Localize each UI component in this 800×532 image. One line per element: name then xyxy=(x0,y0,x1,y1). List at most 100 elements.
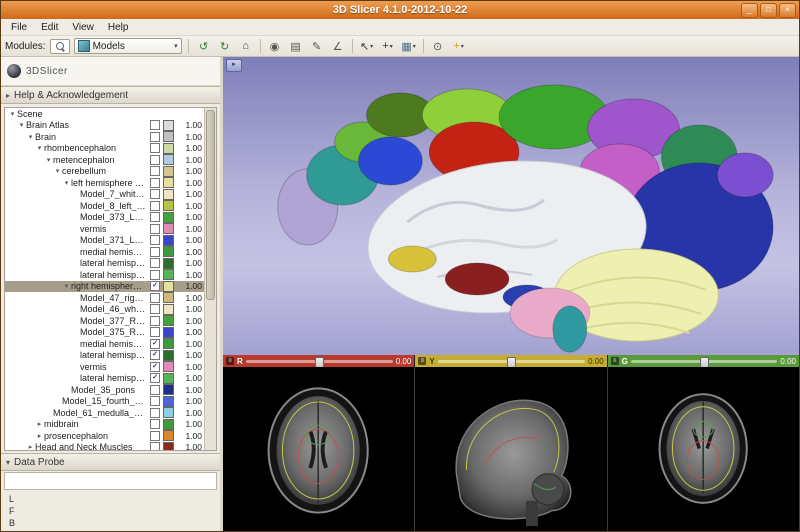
threed-view[interactable]: ▸ xyxy=(223,57,799,355)
module-selector-combobox[interactable]: Models ▾ xyxy=(74,38,182,54)
tree-row[interactable]: ▸midbrain1.00 xyxy=(5,419,204,431)
model-visibility-checkbox[interactable] xyxy=(150,178,160,188)
model-visibility-checkbox[interactable]: ✓ xyxy=(150,339,160,349)
model-color-swatch[interactable] xyxy=(163,292,174,303)
model-color-swatch[interactable] xyxy=(163,304,174,315)
tree-row[interactable]: Model_7_white_matte...1.00 xyxy=(5,189,204,201)
model-color-swatch[interactable] xyxy=(163,269,174,280)
module-search-button[interactable] xyxy=(50,39,70,54)
history-forward-icon[interactable]: ↻ xyxy=(216,38,234,54)
model-color-swatch[interactable] xyxy=(163,246,174,257)
zoom-icon[interactable]: ⊙ xyxy=(429,38,447,54)
add-data-icon[interactable]: +▾ xyxy=(450,38,468,54)
tree-row[interactable]: ▾metencephalon1.00 xyxy=(5,154,204,166)
tree-row[interactable]: ▸prosencephalon1.00 xyxy=(5,430,204,442)
slider-handle[interactable] xyxy=(507,357,516,368)
close-button-icon[interactable]: × xyxy=(779,3,796,18)
model-color-swatch[interactable] xyxy=(163,442,174,450)
slice-offset-slider[interactable] xyxy=(438,360,585,363)
tree-row[interactable]: Model_375_Right-Den...1.00 xyxy=(5,327,204,339)
tree-expander-icon[interactable]: ▾ xyxy=(17,121,26,129)
tree-expander-icon[interactable]: ▸ xyxy=(35,420,44,428)
model-visibility-checkbox[interactable] xyxy=(150,155,160,165)
tree-row[interactable]: ▾Brain Atlas1.00 xyxy=(5,120,204,132)
model-color-swatch[interactable] xyxy=(163,281,174,292)
model-color-swatch[interactable] xyxy=(163,131,174,142)
model-color-swatch[interactable] xyxy=(163,189,174,200)
model-visibility-checkbox[interactable] xyxy=(150,293,160,303)
tree-expander-icon[interactable]: ▾ xyxy=(62,179,71,187)
model-visibility-checkbox[interactable] xyxy=(150,201,160,211)
model-visibility-checkbox[interactable]: ✓ xyxy=(150,350,160,360)
scrollbar-thumb[interactable] xyxy=(206,110,215,300)
titlebar[interactable]: 3D Slicer 4.1.0-2012-10-22 _□× xyxy=(1,1,799,19)
model-visibility-checkbox[interactable]: ✓ xyxy=(150,281,160,291)
tree-row[interactable]: medial hemisphere z...1.00 xyxy=(5,246,204,258)
model-visibility-checkbox[interactable] xyxy=(150,132,160,142)
model-color-swatch[interactable] xyxy=(163,143,174,154)
model-color-swatch[interactable] xyxy=(163,120,174,131)
model-color-swatch[interactable] xyxy=(163,235,174,246)
model-visibility-checkbox[interactable] xyxy=(150,166,160,176)
tree-row[interactable]: Model_373_Left-FaGE...1.00 xyxy=(5,212,204,224)
screenshot-icon[interactable]: ◉ xyxy=(266,38,284,54)
model-color-swatch[interactable] xyxy=(163,430,174,441)
slice-view-green-coronal[interactable] xyxy=(608,367,799,531)
tree-row[interactable]: Model_47_right_cereb...1.00 xyxy=(5,292,204,304)
slider-handle[interactable] xyxy=(315,357,324,368)
slice-controller-yellow[interactable]: ≡Y0.00 xyxy=(415,355,606,367)
model-visibility-checkbox[interactable] xyxy=(150,189,160,199)
tree-row[interactable]: lateral hemisphere z...1.00 xyxy=(5,269,204,281)
slice-offset-slider[interactable] xyxy=(246,360,393,363)
model-visibility-checkbox[interactable] xyxy=(150,258,160,268)
tree-row[interactable]: ▸Head and Neck Muscles1.00 xyxy=(5,442,204,451)
model-color-swatch[interactable] xyxy=(163,212,174,223)
model-visibility-checkbox[interactable] xyxy=(150,304,160,314)
model-visibility-checkbox[interactable] xyxy=(150,396,160,406)
maximize-button-icon[interactable]: □ xyxy=(760,3,777,18)
model-color-swatch[interactable] xyxy=(163,361,174,372)
tree-row[interactable]: ▾Brain1.00 xyxy=(5,131,204,143)
model-color-swatch[interactable] xyxy=(163,166,174,177)
model-visibility-checkbox[interactable] xyxy=(150,235,160,245)
model-color-swatch[interactable] xyxy=(163,350,174,361)
layout-icon[interactable]: ▦▾ xyxy=(400,38,418,54)
measurement-icon[interactable]: ∠ xyxy=(329,38,347,54)
tree-row[interactable]: vermis1.00 xyxy=(5,223,204,235)
tree-row[interactable]: ▾right hemisphere of cer...✓1.00 xyxy=(5,281,204,293)
model-color-swatch[interactable] xyxy=(163,177,174,188)
model-visibility-checkbox[interactable] xyxy=(150,385,160,395)
mouse-mode-icon[interactable]: ↖▾ xyxy=(358,38,376,54)
model-visibility-checkbox[interactable] xyxy=(150,247,160,257)
model-color-swatch[interactable] xyxy=(163,338,174,349)
slider-handle[interactable] xyxy=(700,357,709,368)
history-back-icon[interactable]: ↺ xyxy=(195,38,213,54)
tree-row[interactable]: ▾rhombencephalon1.00 xyxy=(5,143,204,155)
slice-menu-icon[interactable]: ≡ xyxy=(611,357,619,365)
model-color-swatch[interactable] xyxy=(163,407,174,418)
menu-file[interactable]: File xyxy=(4,21,34,34)
tree-expander-icon[interactable]: ▾ xyxy=(8,110,17,118)
slice-controller-green[interactable]: ≡G0.00 xyxy=(608,355,799,367)
model-color-swatch[interactable] xyxy=(163,315,174,326)
tree-row[interactable]: ▾left hemisphere of cere...1.00 xyxy=(5,177,204,189)
model-color-swatch[interactable] xyxy=(163,384,174,395)
slice-view-yellow-sagittal[interactable] xyxy=(415,367,606,531)
tree-row[interactable]: Model_371_Left-Dent...1.00 xyxy=(5,235,204,247)
model-visibility-checkbox[interactable] xyxy=(150,270,160,280)
tree-expander-icon[interactable]: ▾ xyxy=(35,144,44,152)
menu-help[interactable]: Help xyxy=(101,21,136,34)
tree-scrollbar[interactable] xyxy=(204,108,216,450)
tree-row[interactable]: Model_35_pons1.00 xyxy=(5,384,204,396)
model-visibility-checkbox[interactable] xyxy=(150,442,160,450)
tree-row[interactable]: lateral hemisphere z...✓1.00 xyxy=(5,373,204,385)
tree-row[interactable]: Model_15_fourth_ventricle1.00 xyxy=(5,396,204,408)
help-acknowledgement-section[interactable]: ▸ Help & Acknowledgement xyxy=(1,86,220,104)
slice-menu-icon[interactable]: ≡ xyxy=(418,357,426,365)
model-color-swatch[interactable] xyxy=(163,396,174,407)
slice-menu-icon[interactable]: ≡ xyxy=(226,357,234,365)
tree-row[interactable]: Model_8_left_cerebell...1.00 xyxy=(5,200,204,212)
slice-view-red-axial[interactable] xyxy=(223,367,414,531)
tree-expander-icon[interactable]: ▾ xyxy=(53,167,62,175)
tree-row[interactable]: lateral hemisphere z...1.00 xyxy=(5,258,204,270)
